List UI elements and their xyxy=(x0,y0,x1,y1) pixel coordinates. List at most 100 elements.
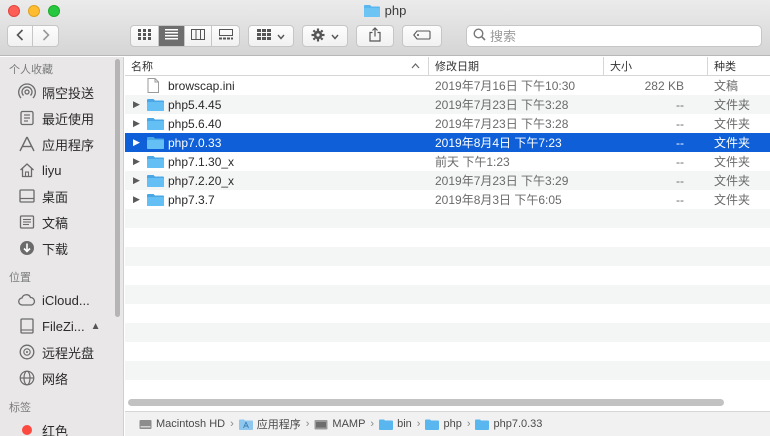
file-kind: 文件夹 xyxy=(714,136,751,150)
locations-header: 位置 xyxy=(9,272,31,284)
disclosure-triangle-icon[interactable]: ▶ xyxy=(133,118,147,129)
file-date: 2019年7月23日 下午3:28 xyxy=(435,98,569,112)
sidebar-item-recents[interactable]: 最近使用 xyxy=(0,105,123,131)
empty-row xyxy=(125,361,770,380)
file-row[interactable]: ▶ php7.1.30_x 前天 下午1:23 -- 文件夹 xyxy=(125,152,770,171)
path-crumb-label: 应用程序 xyxy=(256,419,301,431)
empty-row xyxy=(125,247,770,266)
column-header-name[interactable]: 名称 xyxy=(125,57,429,75)
share-button[interactable] xyxy=(356,25,394,47)
eject-icon[interactable]: ▲ xyxy=(91,321,101,332)
sidebar-item-airdrop[interactable]: 隔空投送 xyxy=(0,79,123,105)
column-view-button[interactable] xyxy=(185,26,212,46)
disclosure-triangle-icon[interactable]: ▶ xyxy=(133,194,147,205)
action-menu-button[interactable] xyxy=(302,25,348,47)
file-name-cell: ▶ php5.4.45 xyxy=(125,98,429,112)
file-row[interactable]: ▶ php5.4.45 2019年7月23日 下午3:28 -- 文件夹 xyxy=(125,95,770,114)
sidebar-item-label: 隔空投送 xyxy=(42,85,95,101)
airdrop-icon xyxy=(18,83,36,101)
sidebar-item-tag-red[interactable]: 红色 xyxy=(0,417,123,436)
list-view-button[interactable] xyxy=(159,26,185,46)
disclosure-triangle-icon[interactable]: ▶ xyxy=(133,175,147,186)
back-button[interactable] xyxy=(8,26,34,46)
sidebar-item-label: 下载 xyxy=(42,241,69,257)
gear-icon xyxy=(311,28,325,45)
empty-row xyxy=(125,342,770,361)
path-crumb[interactable]: bin xyxy=(379,418,412,430)
path-crumb[interactable]: MAMP xyxy=(314,418,365,430)
group-icon xyxy=(257,29,271,43)
folder-icon xyxy=(147,136,165,150)
sidebar-item-icloud[interactable]: iCloud... xyxy=(0,287,123,313)
file-row[interactable]: browscap.ini 2019年7月16日 下午10:30 282 KB 文稿 xyxy=(125,76,770,95)
sidebar-item-label: 网络 xyxy=(42,371,69,387)
sidebar-item-documents[interactable]: 文稿 xyxy=(0,209,123,235)
forward-button[interactable] xyxy=(33,26,58,46)
column-header-date[interactable]: 修改日期 xyxy=(429,57,604,75)
sidebar-item-filezilla[interactable]: FileZi... ▲ xyxy=(0,313,123,339)
chevron-right-icon: › xyxy=(230,418,234,430)
sidebar-item-label: 远程光盘 xyxy=(42,345,95,361)
chevron-right-icon: › xyxy=(370,418,375,430)
search-field[interactable] xyxy=(466,25,762,47)
cloud-icon xyxy=(18,291,36,309)
empty-row xyxy=(125,209,770,228)
sidebar-item-downloads[interactable]: 下载 xyxy=(0,235,123,261)
favorites-header: 个人收藏 xyxy=(9,64,53,76)
disclosure-triangle-icon[interactable]: ▶ xyxy=(133,99,147,110)
file-name: php7.1.30_x xyxy=(168,154,235,169)
network-icon xyxy=(18,369,36,387)
chevron-right-icon xyxy=(42,28,50,44)
file-row[interactable]: ▶ php7.2.20_x 2019年7月23日 下午3:29 -- 文件夹 xyxy=(125,171,770,190)
sidebar-scrollbar[interactable] xyxy=(115,59,120,317)
file-name-cell: ▶ php7.3.7 xyxy=(125,193,429,207)
path-crumb[interactable]: php xyxy=(425,418,462,430)
applications-icon xyxy=(18,135,36,153)
gallery-view-button[interactable] xyxy=(212,26,239,46)
file-kind: 文件夹 xyxy=(714,155,751,169)
sidebar-item-remote-disc[interactable]: 远程光盘 xyxy=(0,339,123,365)
chevron-down-icon xyxy=(277,29,285,43)
path-crumb[interactable]: php7.0.33 xyxy=(475,418,542,430)
folder-icon xyxy=(475,419,490,430)
downloads-icon xyxy=(18,239,36,257)
chevron-down-icon xyxy=(331,29,339,43)
path-crumb-label: php xyxy=(443,418,462,430)
empty-row xyxy=(125,304,770,323)
disclosure-triangle-icon[interactable]: ▶ xyxy=(133,156,147,167)
sidebar-item-network[interactable]: 网络 xyxy=(0,365,123,391)
file-name-cell: ▶ php7.0.33 xyxy=(125,136,429,150)
sidebar-item-label: 最近使用 xyxy=(42,111,95,127)
file-row[interactable]: ▶ php5.6.40 2019年7月23日 下午3:28 -- 文件夹 xyxy=(125,114,770,133)
chevron-right-icon: › xyxy=(416,418,421,430)
path-crumb[interactable]: 应用程序 xyxy=(238,416,301,432)
file-name: php7.2.20_x xyxy=(168,173,235,188)
column-header-kind[interactable]: 种类 xyxy=(708,57,770,75)
path-crumb-label: Macintosh HD xyxy=(156,418,226,430)
empty-row xyxy=(125,380,770,399)
folder-icon xyxy=(363,4,380,20)
sidebar-item-home[interactable]: liyu xyxy=(0,157,123,183)
list-icon xyxy=(165,29,178,43)
disclosure-triangle-icon[interactable]: ▶ xyxy=(133,137,147,148)
file-name-cell: ▶ php7.2.20_x xyxy=(125,174,429,188)
column-header-size[interactable]: 大小 xyxy=(604,57,708,75)
file-name: browscap.ini xyxy=(168,78,235,93)
window-title: php xyxy=(0,3,770,20)
icon-view-button[interactable] xyxy=(131,26,159,46)
search-input[interactable] xyxy=(490,28,730,44)
tags-header: 标签 xyxy=(9,402,31,414)
file-row[interactable]: ▶ php7.0.33 2019年8月4日 下午7:23 -- 文件夹 xyxy=(125,133,770,152)
horizontal-scrollbar[interactable] xyxy=(128,399,724,406)
sidebar-item-desktop[interactable]: 桌面 xyxy=(0,183,123,209)
columns-icon xyxy=(191,29,205,43)
file-name: php7.3.7 xyxy=(168,192,215,207)
file-name-cell: ▶ php7.1.30_x xyxy=(125,155,429,169)
edit-tags-button[interactable] xyxy=(402,25,442,47)
file-row[interactable]: ▶ php7.3.7 2019年8月3日 下午6:05 -- 文件夹 xyxy=(125,190,770,209)
group-by-button[interactable] xyxy=(248,25,294,47)
path-crumb[interactable]: Macintosh HD xyxy=(139,418,225,430)
file-date: 前天 下午1:23 xyxy=(435,155,510,169)
sidebar-item-applications[interactable]: 应用程序 xyxy=(0,131,123,157)
file-date: 2019年7月23日 下午3:29 xyxy=(435,174,569,188)
